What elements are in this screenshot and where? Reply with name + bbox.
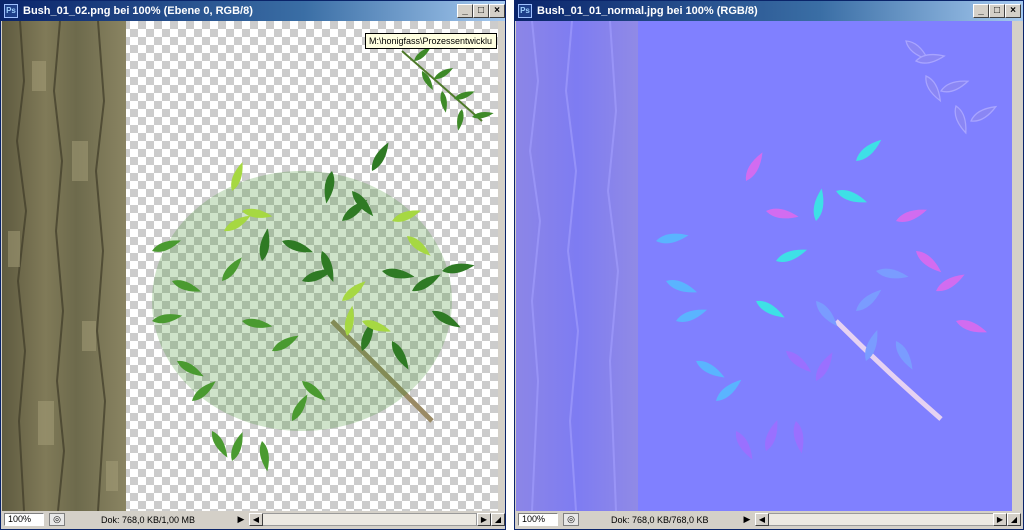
- right-canvas[interactable]: [516, 21, 1012, 511]
- right-horizontal-scrollbar[interactable]: [755, 513, 995, 526]
- left-scroll-right-button[interactable]: ▶: [477, 513, 491, 526]
- left-horizontal-scrollbar[interactable]: [249, 513, 477, 526]
- photoshop-doc-icon: Ps: [518, 4, 532, 18]
- path-tooltip: M:\honigfass\Prozessentwicklu: [365, 33, 497, 49]
- left-zoom-field[interactable]: 100%: [4, 513, 44, 526]
- right-status-bar: 100% ◎ Dok: 768,0 KB/768,0 KB ▶ ◀ ▶ ◢: [515, 511, 1023, 529]
- left-scroll-left-button[interactable]: ◀: [249, 513, 263, 526]
- left-title-bar[interactable]: Ps Bush_01_02.png bei 100% (Ebene 0, RGB…: [1, 1, 505, 21]
- nav-arrow-right-icon[interactable]: ▶: [235, 513, 247, 526]
- minimize-button[interactable]: _: [973, 4, 989, 18]
- left-resize-grip[interactable]: ◢: [491, 513, 505, 526]
- right-document-window[interactable]: Ps Bush_01_01_normal.jpg bei 100% (RGB/8…: [514, 0, 1024, 530]
- status-icon[interactable]: ◎: [49, 513, 65, 526]
- left-document-window[interactable]: Ps Bush_01_02.png bei 100% (Ebene 0, RGB…: [0, 0, 506, 530]
- maximize-button[interactable]: □: [473, 4, 489, 18]
- left-window-title: Bush_01_02.png bei 100% (Ebene 0, RGB/8): [23, 5, 253, 17]
- right-resize-grip[interactable]: ◢: [1007, 513, 1021, 526]
- minimize-button[interactable]: _: [457, 4, 473, 18]
- left-status-bar: 100% ◎ Dok: 768,0 KB/1,00 MB ▶ ◀ ▶ ◢: [1, 511, 505, 529]
- left-vertical-scrollbar[interactable]: [498, 21, 505, 511]
- right-scroll-right-button[interactable]: ▶: [993, 513, 1007, 526]
- close-button[interactable]: ×: [1005, 4, 1021, 18]
- right-vertical-scrollbar[interactable]: [1012, 21, 1023, 511]
- right-zoom-field[interactable]: 100%: [518, 513, 558, 526]
- left-canvas[interactable]: [2, 21, 498, 511]
- normal-map-image: [516, 21, 999, 511]
- nav-arrow-right-icon[interactable]: ▶: [741, 513, 753, 526]
- right-title-bar[interactable]: Ps Bush_01_01_normal.jpg bei 100% (RGB/8…: [515, 1, 1023, 21]
- left-doc-info: Dok: 768,0 KB/1,00 MB: [101, 515, 196, 525]
- right-doc-info: Dok: 768,0 KB/768,0 KB: [611, 515, 709, 525]
- right-window-title: Bush_01_01_normal.jpg bei 100% (RGB/8): [537, 5, 758, 17]
- photoshop-doc-icon: Ps: [4, 4, 18, 18]
- status-icon[interactable]: ◎: [563, 513, 579, 526]
- close-button[interactable]: ×: [489, 4, 505, 18]
- bush-texture-image: [2, 21, 495, 511]
- maximize-button[interactable]: □: [989, 4, 1005, 18]
- right-scroll-left-button[interactable]: ◀: [755, 513, 769, 526]
